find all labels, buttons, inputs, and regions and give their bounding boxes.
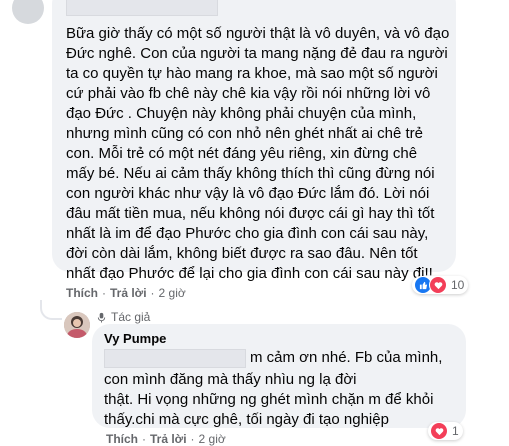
like-button[interactable]: Thích: [66, 286, 98, 300]
reaction-summary[interactable]: 10: [412, 276, 469, 294]
reply-text-line1: m cảm ơn nhé. Fb của mình,: [250, 349, 443, 366]
separator-dot: ·: [150, 286, 155, 300]
love-icon: [429, 276, 447, 294]
author-avatar[interactable]: [64, 312, 90, 338]
comment-bubble: Bữa giờ thấy có một số người thật là vô …: [52, 0, 456, 282]
separator-dot: ·: [142, 432, 146, 446]
reply-bubble: Vy Pumpe m cảm ơn nhé. Fb của mình, con …: [92, 324, 466, 428]
reply-text: con mình đăng mà thấy nhìu ng lạ đời thậ…: [104, 371, 434, 428]
love-icon: [430, 422, 448, 440]
reaction-count: 1: [452, 424, 459, 438]
author-badge: Tác giả: [96, 310, 150, 324]
profile-photo-icon: [64, 312, 90, 338]
reaction-count: 10: [451, 278, 465, 292]
redacted-text: [104, 348, 246, 368]
timestamp[interactable]: 2 giờ: [159, 286, 186, 300]
thread-connector: [40, 300, 62, 320]
reaction-summary[interactable]: 1: [428, 422, 463, 440]
reply-button[interactable]: Trả lời: [150, 432, 187, 446]
reply-button[interactable]: Trả lời: [110, 286, 147, 300]
timestamp[interactable]: 2 giờ: [199, 432, 226, 446]
separator-dot: ·: [102, 286, 106, 300]
commenter-avatar[interactable]: [12, 0, 44, 24]
redacted-name: [66, 0, 218, 16]
microphone-icon: [97, 312, 106, 323]
author-badge-label: Tác giả: [111, 310, 151, 324]
reply-actions: Thích · Trả lời · 2 giờ: [106, 432, 226, 446]
separator-dot: ·: [190, 432, 195, 446]
comment-text: Bữa giờ thấy có một số người thật là vô …: [66, 25, 450, 282]
author-name[interactable]: Vy Pumpe: [104, 331, 166, 346]
like-button[interactable]: Thích: [106, 432, 138, 446]
comment-actions: Thích · Trả lời · 2 giờ: [66, 286, 186, 300]
reply-first-line: m cảm ơn nhé. Fb của mình,: [104, 348, 442, 368]
